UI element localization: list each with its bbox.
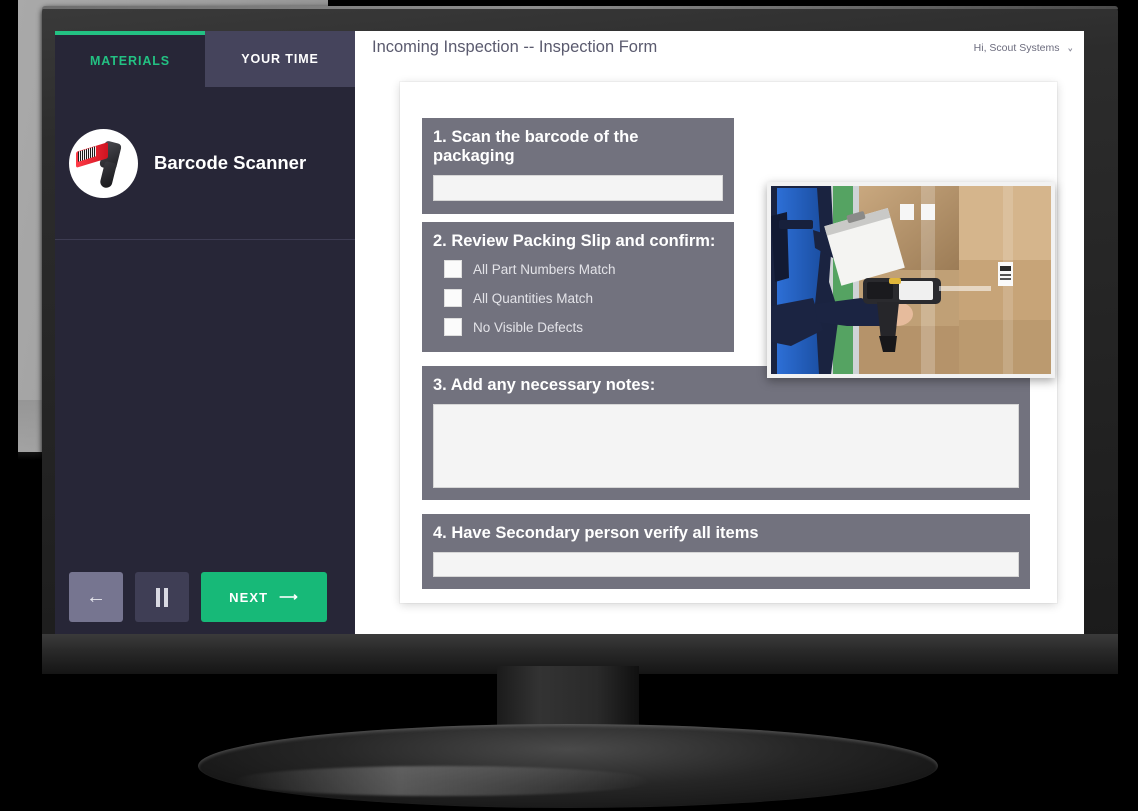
arrow-left-icon: ← bbox=[86, 585, 106, 608]
tab-your-time-label: YOUR TIME bbox=[241, 52, 319, 66]
form-steps: 1. Scan the barcode of the packaging 2. … bbox=[422, 118, 1055, 603]
main-panel: Incoming Inspection -- Inspection Form H… bbox=[355, 31, 1084, 634]
tab-materials[interactable]: MATERIALS bbox=[55, 31, 205, 87]
screen: MATERIALS YOUR TIME Barcode Scanner ← NE… bbox=[55, 31, 1084, 634]
sidebar: MATERIALS YOUR TIME Barcode Scanner ← NE… bbox=[55, 31, 355, 634]
checkbox-no-visible-defects[interactable] bbox=[444, 318, 462, 336]
main-header: Incoming Inspection -- Inspection Form H… bbox=[355, 31, 1084, 64]
pause-icon bbox=[156, 587, 168, 607]
form-step-4: 4. Have Secondary person verify all item… bbox=[422, 514, 1030, 589]
form-step-2-title: 2. Review Packing Slip and confirm: bbox=[433, 232, 716, 250]
tab-materials-label: MATERIALS bbox=[89, 54, 171, 68]
checkbox-label-defects: No Visible Defects bbox=[473, 319, 584, 335]
form-step-3-title: 3. Add any necessary notes: bbox=[433, 376, 656, 394]
barcode-input[interactable] bbox=[433, 175, 723, 201]
tab-your-time[interactable]: YOUR TIME bbox=[205, 31, 355, 87]
material-item-barcode-scanner[interactable]: Barcode Scanner bbox=[55, 87, 355, 240]
sidebar-controls: ← NEXT ⟶ bbox=[69, 572, 327, 622]
pause-button[interactable] bbox=[135, 572, 189, 622]
chevron-down-icon: ⌄ bbox=[1066, 39, 1074, 55]
monitor-base-shine bbox=[232, 766, 652, 796]
checkbox-all-part-numbers-match[interactable] bbox=[444, 260, 462, 278]
back-button[interactable]: ← bbox=[69, 572, 123, 622]
next-button[interactable]: NEXT ⟶ bbox=[201, 572, 327, 622]
form-step-2: 2. Review Packing Slip and confirm: All … bbox=[422, 222, 734, 352]
user-menu-label: Hi, Scout Systems bbox=[973, 41, 1060, 54]
checkbox-row-quantities[interactable]: All Quantities Match bbox=[444, 289, 723, 307]
form-step-1-title: 1. Scan the barcode of the packaging bbox=[433, 128, 639, 165]
material-item-label: Barcode Scanner bbox=[154, 152, 307, 173]
next-button-label: NEXT bbox=[229, 589, 269, 605]
checkbox-row-part-numbers[interactable]: All Part Numbers Match bbox=[444, 260, 723, 278]
user-menu[interactable]: Hi, Scout Systems ⌄ bbox=[973, 39, 1074, 55]
arrow-right-icon: ⟶ bbox=[279, 589, 299, 604]
page-title: Incoming Inspection -- Inspection Form bbox=[372, 38, 658, 56]
form-step-1: 1. Scan the barcode of the packaging bbox=[422, 118, 734, 214]
bezel-top-highlight bbox=[42, 6, 1118, 9]
sidebar-tabs: MATERIALS YOUR TIME bbox=[55, 31, 355, 87]
warehouse-worker-scanning-boxes-photo bbox=[767, 182, 1055, 378]
checkbox-row-defects[interactable]: No Visible Defects bbox=[444, 318, 723, 336]
form-step-4-title: 4. Have Secondary person verify all item… bbox=[433, 524, 759, 542]
checkbox-label-part-numbers: All Part Numbers Match bbox=[473, 261, 616, 277]
inspection-form-card: 1. Scan the barcode of the packaging 2. … bbox=[400, 82, 1057, 603]
form-step-3: 3. Add any necessary notes: bbox=[422, 366, 1030, 500]
notes-textarea[interactable] bbox=[433, 404, 1019, 488]
barcode-scanner-icon bbox=[69, 128, 138, 198]
monitor-base bbox=[198, 724, 938, 808]
checkbox-all-quantities-match[interactable] bbox=[444, 289, 462, 307]
secondary-verify-input[interactable] bbox=[433, 552, 1019, 577]
checkbox-label-quantities: All Quantities Match bbox=[473, 290, 594, 306]
